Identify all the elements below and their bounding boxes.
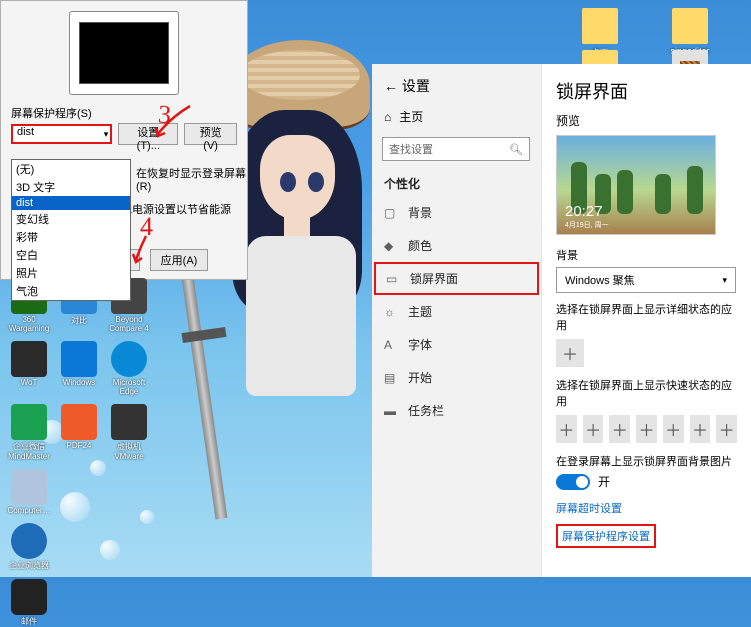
sidebar-item-taskbar[interactable]: ▬任务栏: [372, 394, 541, 427]
palette-icon: ◆: [384, 239, 398, 253]
dropdown-option[interactable]: 照片: [12, 264, 130, 282]
desktop-icon[interactable]: 企业浏览器: [6, 523, 52, 571]
preview-clock: 20:27: [565, 203, 603, 220]
sidebar-item-lockscreen[interactable]: ▭锁屏界面: [374, 262, 539, 295]
sidebar-home[interactable]: ⌂主页: [372, 102, 541, 131]
toggle-state: 开: [598, 473, 610, 490]
start-icon: ▤: [384, 371, 398, 385]
taskbar-icon: ▬: [384, 404, 398, 418]
app-icon: [111, 341, 147, 377]
add-quick-app-button[interactable]: ＋: [663, 415, 684, 443]
screensaver-settings-button[interactable]: 设置(T)...: [118, 123, 178, 145]
settings-window: ← 设置 ⌂主页 查找设置 🔍︎ 个性化 ▢背景 ◆颜色 ▭锁屏界面 ☼主题 A…: [372, 64, 751, 577]
sidebar-item-themes[interactable]: ☼主题: [372, 295, 541, 328]
preview-label: 预览: [556, 112, 737, 129]
character-eye: [308, 172, 324, 192]
settings-main: 锁屏界面 预览 20:27 4月19日, 周一 背景 Windows 聚焦 ▾ …: [542, 64, 751, 577]
add-quick-app-button[interactable]: ＋: [609, 415, 630, 443]
login-bg-label: 在登录屏幕上显示锁屏界面背景图片: [556, 453, 737, 469]
app-icon: [11, 469, 47, 505]
desktop-icon[interactable]: PDF24: [56, 404, 102, 461]
settings-sidebar: ← 设置 ⌂主页 查找设置 🔍︎ 个性化 ▢背景 ◆颜色 ▭锁屏界面 ☼主题 A…: [372, 64, 542, 577]
quick-apps-label: 选择在锁屏界面上显示快速状态的应用: [556, 377, 737, 409]
dropdown-option-selected[interactable]: dist: [12, 196, 130, 210]
desktop-icon[interactable]: Windows: [56, 341, 102, 396]
add-quick-app-button[interactable]: ＋: [583, 415, 604, 443]
dropdown-option[interactable]: (无): [12, 160, 130, 178]
sidebar-item-background[interactable]: ▢背景: [372, 196, 541, 229]
add-quick-app-button[interactable]: ＋: [636, 415, 657, 443]
screensaver-dropdown[interactable]: (无) 3D 文字 dist 变幻线 彩带 空白 照片 气泡: [11, 159, 131, 301]
theme-icon: ☼: [384, 305, 398, 319]
home-icon: ⌂: [384, 110, 391, 124]
desktop-icon[interactable]: Microsoft Edge: [106, 341, 152, 396]
add-quick-app-button[interactable]: ＋: [716, 415, 737, 443]
app-icon: [11, 579, 47, 615]
desktop-icon[interactable]: WoT: [6, 341, 52, 396]
monitor-preview: [69, 11, 179, 95]
sidebar-section-title: 个性化: [372, 167, 541, 196]
add-quick-app-button[interactable]: ＋: [690, 415, 711, 443]
sidebar-item-colors[interactable]: ◆颜色: [372, 229, 541, 262]
select-value: dist: [13, 124, 38, 140]
search-placeholder: 查找设置: [389, 141, 433, 157]
add-quick-app-button[interactable]: ＋: [556, 415, 577, 443]
chevron-down-icon: ▾: [722, 275, 727, 286]
back-button[interactable]: ← 设置: [372, 70, 541, 102]
preview-screen: [79, 22, 169, 84]
chevron-down-icon: ▾: [104, 129, 109, 140]
app-icon: [61, 404, 97, 440]
dropdown-option[interactable]: 空白: [12, 246, 130, 264]
add-detail-app-button[interactable]: ＋: [556, 339, 584, 367]
picture-icon: ▢: [384, 206, 398, 220]
character-shirt: [246, 236, 356, 396]
desktop-left-icons: 360 Wargaming 对比 Beyond Compare 4 WoT Wi…: [6, 278, 152, 627]
apply-button[interactable]: 应用(A): [150, 249, 209, 271]
app-icon: [61, 341, 97, 377]
folder-icon: [582, 8, 618, 44]
search-icon: 🔍︎: [509, 143, 523, 156]
dropdown-option[interactable]: 3D 文字: [12, 178, 130, 196]
font-icon: A: [384, 338, 398, 352]
page-title: 锁屏界面: [556, 78, 737, 104]
login-bg-toggle[interactable]: [556, 474, 590, 490]
desktop-icon[interactable]: Computer…: [6, 469, 52, 515]
character-sword: [177, 241, 228, 520]
app-icon: [111, 404, 147, 440]
screensaver-settings-link[interactable]: 屏幕保护程序设置: [556, 524, 656, 548]
folder-icon: [672, 8, 708, 44]
sidebar-item-start[interactable]: ▤开始: [372, 361, 541, 394]
dropdown-option[interactable]: 气泡: [12, 282, 130, 300]
background-select[interactable]: Windows 聚焦 ▾: [556, 267, 736, 293]
search-input[interactable]: 查找设置 🔍︎: [382, 137, 530, 161]
character-face: [260, 135, 335, 220]
select-value: Windows 聚焦: [565, 272, 635, 288]
desktop-icon[interactable]: 邮件: [6, 579, 52, 627]
detail-apps-label: 选择在锁屏界面上显示详细状态的应用: [556, 301, 737, 333]
resume-login-checkbox-label[interactable]: 在恢复时显示登录屏幕(R): [136, 165, 247, 193]
app-icon: [11, 341, 47, 377]
sidebar-item-fonts[interactable]: A字体: [372, 328, 541, 361]
background-label: 背景: [556, 247, 737, 263]
lockscreen-preview: 20:27 4月19日, 周一: [556, 135, 716, 235]
screensaver-dialog: 屏幕保护程序(S) dist ▾ 设置(T)... 预览(V) (无) 3D 文…: [0, 0, 248, 280]
preview-decoration: [655, 174, 671, 214]
app-icon: [11, 404, 47, 440]
app-icon: [11, 523, 47, 559]
preview-decoration: [687, 166, 703, 214]
screensaver-preview-button[interactable]: 预览(V): [184, 123, 237, 145]
desktop-icon[interactable]: 企业微信 MindMaster: [6, 404, 52, 461]
preview-decoration: [617, 170, 633, 214]
screen-timeout-link[interactable]: 屏幕超时设置: [556, 500, 737, 516]
desktop-icon[interactable]: 虚拟机VMware: [106, 404, 152, 461]
dropdown-option[interactable]: 彩带: [12, 228, 130, 246]
screensaver-section-label: 屏幕保护程序(S): [11, 105, 247, 121]
screensaver-select[interactable]: dist ▾: [11, 124, 112, 144]
dropdown-option[interactable]: 变幻线: [12, 210, 130, 228]
preview-date: 4月19日, 周一: [565, 220, 609, 230]
character-eye: [280, 172, 296, 192]
lock-icon: ▭: [386, 272, 400, 286]
